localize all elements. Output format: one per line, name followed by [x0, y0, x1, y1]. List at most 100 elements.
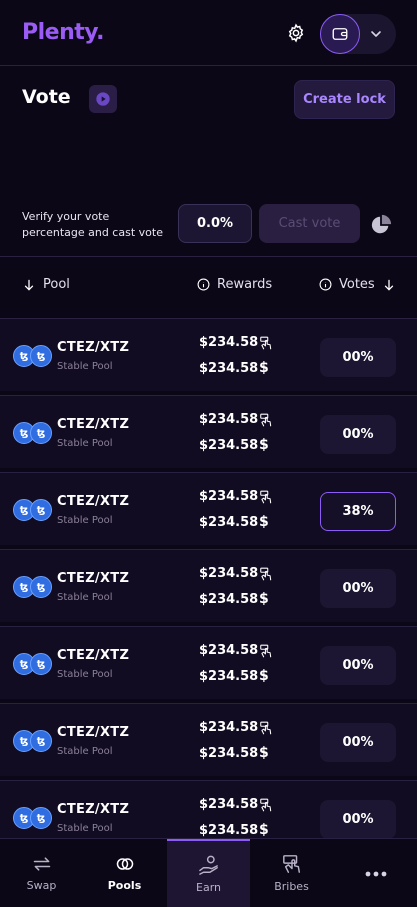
cast-vote-button[interactable]: Cast vote [259, 204, 360, 243]
pool-column-header[interactable]: Pool [22, 277, 70, 292]
info-icon [197, 278, 210, 291]
vote-toolbar: Vote Create lock [0, 66, 417, 132]
fee-reward-value: $234.58 [199, 823, 259, 838]
nav-earn[interactable]: Earn [167, 839, 250, 907]
fee-reward-value: $234.58 [199, 515, 259, 530]
chevron-down-icon[interactable] [368, 26, 384, 42]
bribe-hand-icon [260, 567, 272, 581]
bribe-reward-value: $234.58 [199, 797, 259, 812]
fee-reward-value: $234.58 [199, 746, 259, 761]
token-pair-icons: ꜩ ꜩ [13, 499, 53, 521]
nav-pools[interactable]: Pools [83, 839, 166, 907]
dollar-icon: $ [259, 591, 269, 607]
nav-bribes[interactable]: Bribes [250, 839, 333, 907]
rewards-header-label: Rewards [217, 277, 273, 292]
dollar-icon: $ [259, 437, 269, 453]
pool-type: Stable Pool [57, 361, 113, 372]
wallet-dropdown[interactable] [320, 14, 396, 54]
pool-pair-name: CTEZ/XTZ [57, 340, 130, 355]
dollar-icon: $ [259, 745, 269, 761]
bribe-hand-icon [260, 413, 272, 427]
vote-percentage-input[interactable]: 00% [320, 415, 396, 454]
vote-percentage-input[interactable]: 00% [320, 723, 396, 762]
token-pair-icons: ꜩ ꜩ [13, 807, 53, 829]
xtz-token-icon: ꜩ [30, 345, 52, 367]
xtz-token-icon: ꜩ [30, 730, 52, 752]
create-lock-button[interactable]: Create lock [294, 80, 395, 119]
bribes-icon [282, 855, 300, 873]
bribe-hand-icon [260, 798, 272, 812]
dollar-icon: $ [259, 360, 269, 376]
pool-row[interactable]: ꜩ ꜩ CTEZ/XTZ Stable Pool $234.58 $234.58… [0, 395, 417, 468]
pool-pair-name: CTEZ/XTZ [57, 802, 130, 817]
vote-percentage-input[interactable]: 00% [320, 646, 396, 685]
vote-percentage-input[interactable]: 38% [320, 492, 396, 531]
vote-percentage-input[interactable]: 00% [320, 338, 396, 377]
vote-percentage-input[interactable]: 00% [320, 569, 396, 608]
verify-instructions: Verify your vote percentage and cast vot… [22, 210, 163, 239]
xtz-token-icon: ꜩ [30, 653, 52, 675]
bribe-reward-value: $234.58 [199, 566, 259, 581]
plenty-logo[interactable]: Plenty. [22, 20, 104, 45]
nav-more[interactable] [334, 839, 417, 907]
nav-swap[interactable]: Swap [0, 839, 83, 907]
video-guide-button[interactable] [89, 85, 117, 113]
bribe-reward-value: $234.58 [199, 720, 259, 735]
table-header: Pool Rewards Votes [0, 256, 417, 316]
pool-pair-name: CTEZ/XTZ [57, 648, 130, 663]
bribe-hand-icon [260, 644, 272, 658]
vote-percentage-input[interactable]: 00% [320, 800, 396, 839]
wallet-icon [332, 28, 348, 40]
app-header: Plenty. [0, 0, 417, 66]
swap-icon [33, 857, 50, 871]
token-pair-icons: ꜩ ꜩ [13, 422, 53, 444]
pool-row[interactable]: ꜩ ꜩ CTEZ/XTZ Stable Pool $234.58 $234.58… [0, 549, 417, 622]
gear-icon[interactable] [286, 23, 306, 43]
token-pair-icons: ꜩ ꜩ [13, 345, 53, 367]
pool-type: Stable Pool [57, 515, 113, 526]
bribe-hand-icon [260, 721, 272, 735]
dollar-icon: $ [259, 668, 269, 684]
pool-type: Stable Pool [57, 669, 113, 680]
token-pair-icons: ꜩ ꜩ [13, 730, 53, 752]
token-pair-icons: ꜩ ꜩ [13, 653, 53, 675]
pool-type: Stable Pool [57, 823, 113, 834]
cast-vote-panel: Verify your vote percentage and cast vot… [0, 193, 417, 255]
pools-icon [116, 858, 133, 870]
votes-column-header[interactable]: Votes [319, 277, 396, 292]
pool-row[interactable]: ꜩ ꜩ CTEZ/XTZ Stable Pool $234.58 $234.58… [0, 626, 417, 699]
pool-pair-name: CTEZ/XTZ [57, 725, 130, 740]
bribe-reward-value: $234.58 [199, 489, 259, 504]
wallet-button[interactable] [320, 14, 360, 54]
pool-header-label: Pool [43, 277, 70, 292]
pool-row[interactable]: ꜩ ꜩ CTEZ/XTZ Stable Pool $234.58 $234.58… [0, 472, 417, 545]
pool-pair-name: CTEZ/XTZ [57, 571, 130, 586]
more-icon [365, 871, 386, 876]
arrow-down-icon [384, 279, 393, 291]
fee-reward-value: $234.58 [199, 669, 259, 684]
rewards-column-header[interactable]: Rewards [197, 277, 272, 292]
play-icon [96, 92, 110, 106]
nav-earn-label: Earn [196, 881, 221, 894]
xtz-token-icon: ꜩ [30, 499, 52, 521]
page-title: Vote [22, 86, 71, 108]
xtz-token-icon: ꜩ [30, 576, 52, 598]
nav-pools-label: Pools [107, 879, 142, 892]
pool-row[interactable]: ꜩ ꜩ CTEZ/XTZ Stable Pool $234.58 $234.58… [0, 703, 417, 776]
info-icon [319, 278, 332, 291]
vote-percentage-display: 0.0% [178, 204, 252, 243]
pool-row[interactable]: ꜩ ꜩ CTEZ/XTZ Stable Pool $234.58 $234.58… [0, 318, 417, 391]
fee-reward-value: $234.58 [199, 361, 259, 376]
bribe-reward-value: $234.58 [199, 412, 259, 427]
dollar-icon: $ [259, 514, 269, 530]
arrow-down-icon [24, 279, 34, 291]
nav-bribes-label: Bribes [274, 880, 309, 893]
pool-type: Stable Pool [57, 592, 113, 603]
pie-chart-icon[interactable] [370, 214, 392, 236]
xtz-token-icon: ꜩ [30, 422, 52, 444]
bribe-reward-value: $234.58 [199, 643, 259, 658]
bribe-hand-icon [260, 336, 272, 350]
fee-reward-value: $234.58 [199, 438, 259, 453]
xtz-token-icon: ꜩ [30, 807, 52, 829]
dollar-icon: $ [259, 822, 269, 838]
